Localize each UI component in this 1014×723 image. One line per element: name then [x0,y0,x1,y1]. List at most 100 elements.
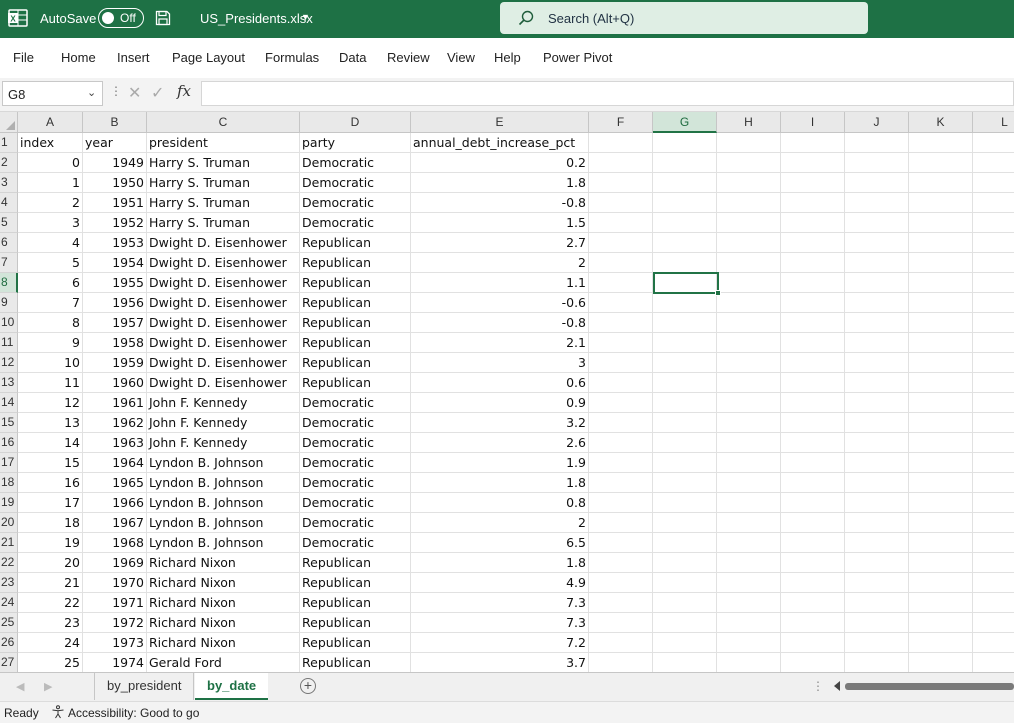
table-cell[interactable]: 1963 [83,433,146,453]
table-cell[interactable]: 1972 [83,613,146,633]
scroll-left-icon[interactable]: ◀ [16,680,24,693]
table-cell[interactable]: Republican [300,573,410,593]
row-header-10[interactable]: 10 [0,313,18,333]
row-header-2[interactable]: 2 [0,153,18,173]
header-cell[interactable]: annual_debt_increase_pct [411,133,588,153]
column-header-e[interactable]: E [411,112,589,133]
table-cell[interactable]: Democratic [300,393,410,413]
menu-file[interactable]: File [13,50,34,65]
table-cell[interactable]: Lyndon B. Johnson [147,493,299,513]
table-cell[interactable]: Lyndon B. Johnson [147,473,299,493]
table-cell[interactable]: 1949 [83,153,146,173]
table-cell[interactable]: 23 [18,613,82,633]
table-cell[interactable]: 4.9 [411,573,588,593]
table-cell[interactable]: -0.8 [411,193,588,213]
tab-by-president[interactable]: by_president [94,673,195,700]
table-cell[interactable]: 7.3 [411,613,588,633]
column-header-l[interactable]: L [973,112,1014,133]
table-cell[interactable]: 0.8 [411,493,588,513]
table-cell[interactable]: 1969 [83,553,146,573]
table-cell[interactable]: Republican [300,313,410,333]
row-header-18[interactable]: 18 [0,473,18,493]
row-header-3[interactable]: 3 [0,173,18,193]
menu-power-pivot[interactable]: Power Pivot [543,50,612,65]
menu-insert[interactable]: Insert [117,50,150,65]
row-header-25[interactable]: 25 [0,613,18,633]
column-header-c[interactable]: C [147,112,300,133]
menu-view[interactable]: View [447,50,475,65]
menu-home[interactable]: Home [61,50,96,65]
column-header-b[interactable]: B [83,112,147,133]
column-header-f[interactable]: F [589,112,653,133]
menu-page-layout[interactable]: Page Layout [172,50,245,65]
table-cell[interactable]: Republican [300,613,410,633]
table-cell[interactable]: Republican [300,253,410,273]
table-cell[interactable]: 3 [18,213,82,233]
table-cell[interactable]: Democratic [300,513,410,533]
table-cell[interactable]: 13 [18,413,82,433]
table-cell[interactable]: 24 [18,633,82,653]
table-cell[interactable]: 2 [411,513,588,533]
table-cell[interactable]: John F. Kennedy [147,393,299,413]
table-cell[interactable]: Republican [300,593,410,613]
table-cell[interactable]: 1955 [83,273,146,293]
table-cell[interactable]: 1 [18,173,82,193]
row-header-7[interactable]: 7 [0,253,18,273]
table-cell[interactable]: 7 [18,293,82,313]
table-cell[interactable]: 6 [18,273,82,293]
menu-data[interactable]: Data [339,50,366,65]
row-header-17[interactable]: 17 [0,453,18,473]
table-cell[interactable]: John F. Kennedy [147,413,299,433]
table-cell[interactable]: 1954 [83,253,146,273]
table-cell[interactable]: 1968 [83,533,146,553]
column-header-h[interactable]: H [717,112,781,133]
row-header-20[interactable]: 20 [0,513,18,533]
active-cell-border[interactable] [653,272,721,296]
name-box[interactable]: G8 ⌄ [2,81,103,106]
row-header-22[interactable]: 22 [0,553,18,573]
menu-formulas[interactable]: Formulas [265,50,319,65]
table-cell[interactable]: 1958 [83,333,146,353]
table-cell[interactable]: 21 [18,573,82,593]
table-cell[interactable]: Republican [300,273,410,293]
table-cell[interactable]: Lyndon B. Johnson [147,533,299,553]
table-cell[interactable]: 14 [18,433,82,453]
row-header-13[interactable]: 13 [0,373,18,393]
table-cell[interactable]: 1965 [83,473,146,493]
row-header-15[interactable]: 15 [0,413,18,433]
table-cell[interactable]: Democratic [300,413,410,433]
table-cell[interactable]: Dwight D. Eisenhower [147,293,299,313]
column-header-d[interactable]: D [300,112,411,133]
table-cell[interactable]: 2 [18,193,82,213]
table-cell[interactable]: Democratic [300,493,410,513]
table-cell[interactable]: 2.1 [411,333,588,353]
accessibility-icon[interactable] [51,705,65,719]
table-cell[interactable]: 9 [18,333,82,353]
column-header-i[interactable]: I [781,112,845,133]
table-cell[interactable]: 1974 [83,653,146,672]
formula-input[interactable] [201,81,1014,106]
table-cell[interactable]: 1970 [83,573,146,593]
table-cell[interactable]: Democratic [300,213,410,233]
chevron-down-icon[interactable]: ▼ [301,12,310,22]
table-cell[interactable]: 1.9 [411,453,588,473]
file-name[interactable]: US_Presidents.xlsx [200,11,313,26]
table-cell[interactable]: Gerald Ford [147,653,299,672]
table-cell[interactable]: Republican [300,293,410,313]
row-header-8[interactable]: 8 [0,273,18,293]
table-cell[interactable]: 0.6 [411,373,588,393]
table-cell[interactable]: Richard Nixon [147,593,299,613]
table-cell[interactable]: Harry S. Truman [147,153,299,173]
chevron-down-icon[interactable]: ⌄ [87,86,96,99]
table-cell[interactable]: Democratic [300,533,410,553]
table-cell[interactable]: 1962 [83,413,146,433]
table-cell[interactable]: Lyndon B. Johnson [147,513,299,533]
autosave-toggle[interactable]: Off [98,8,144,28]
table-cell[interactable]: Democratic [300,153,410,173]
column-header-k[interactable]: K [909,112,973,133]
table-cell[interactable]: Dwight D. Eisenhower [147,273,299,293]
table-cell[interactable]: 1960 [83,373,146,393]
table-cell[interactable]: Richard Nixon [147,573,299,593]
row-header-21[interactable]: 21 [0,533,18,553]
table-cell[interactable]: Republican [300,653,410,672]
